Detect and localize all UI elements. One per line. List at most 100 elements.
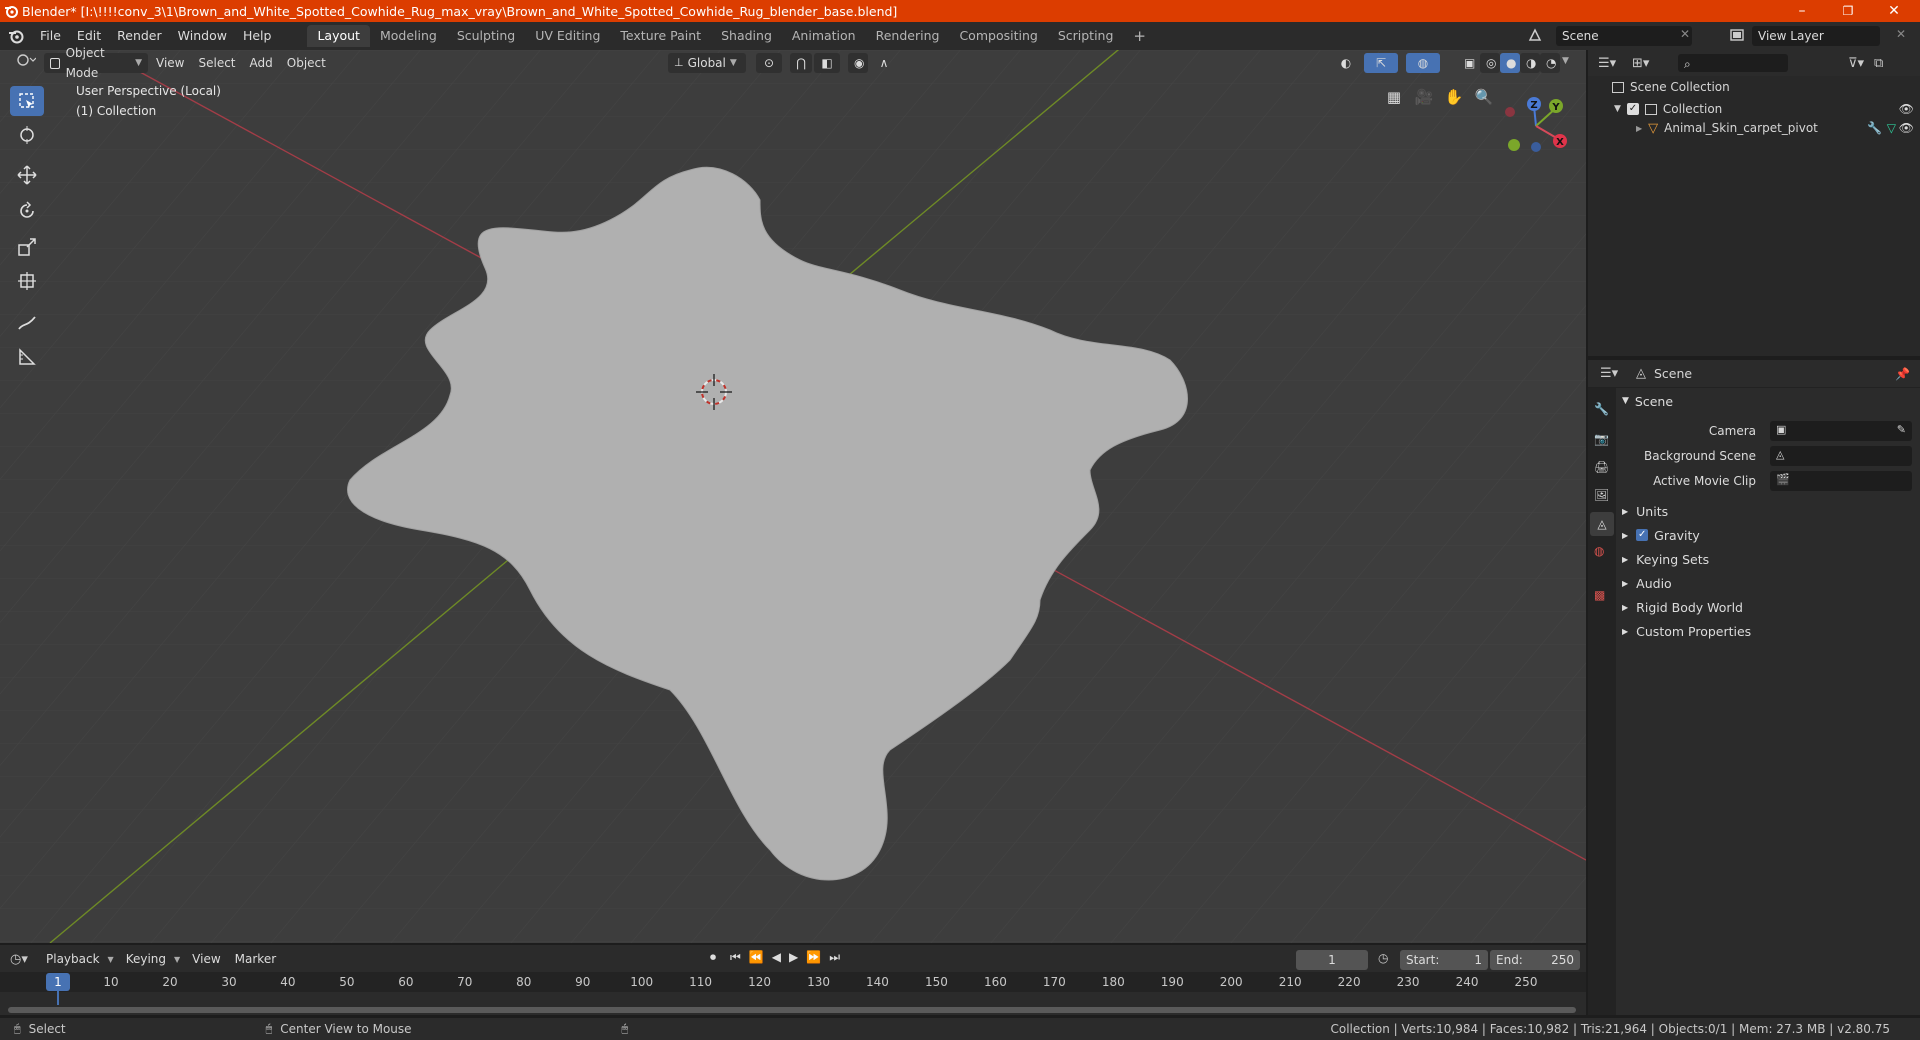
- add-workspace-button[interactable]: +: [1123, 25, 1156, 47]
- camera-view-icon[interactable]: 🎥: [1414, 88, 1434, 108]
- tab-compositing[interactable]: Compositing: [949, 25, 1047, 47]
- view-layer-tab-icon[interactable]: 🖼: [1594, 488, 1609, 502]
- audio-panel-header[interactable]: ▶ Audio: [1622, 572, 1918, 594]
- filter-icon[interactable]: ⊽▾: [1848, 56, 1864, 71]
- 3d-viewport[interactable]: [0, 50, 1586, 943]
- outliner-row-scene-collection[interactable]: Scene Collection: [1612, 80, 1730, 94]
- measure-tool-icon[interactable]: [10, 342, 44, 372]
- tab-scripting[interactable]: Scripting: [1048, 25, 1124, 47]
- play-reverse-icon[interactable]: ◀: [772, 950, 781, 965]
- clock-icon[interactable]: ◷: [1378, 951, 1388, 965]
- move-tool-icon[interactable]: [10, 160, 44, 190]
- active-movie-clip-field[interactable]: 🎬: [1770, 471, 1912, 491]
- tab-layout[interactable]: Layout: [307, 25, 370, 47]
- eye-icon[interactable]: 👁: [1899, 121, 1914, 135]
- select-box-tool-icon[interactable]: [10, 86, 44, 116]
- outliner-editor-type-icon[interactable]: ☰▾: [1598, 56, 1626, 71]
- rigid-body-world-panel-header[interactable]: ▶ Rigid Body World: [1622, 596, 1918, 618]
- jump-start-icon[interactable]: ⏮: [730, 950, 741, 965]
- view-layer-remove-icon[interactable]: ✕: [1896, 27, 1906, 41]
- object-mode-dropdown[interactable]: Object Mode ▼: [44, 46, 148, 80]
- scene-selector[interactable]: Scene: [1556, 26, 1692, 46]
- output-tab-icon[interactable]: 🖨: [1594, 460, 1609, 474]
- expand-arrow-icon[interactable]: ▼: [1614, 104, 1621, 114]
- xray-icon[interactable]: ▣: [1458, 53, 1478, 73]
- new-collection-icon[interactable]: ⧉: [1874, 56, 1883, 71]
- wireframe-shading-icon[interactable]: ◎: [1480, 53, 1500, 73]
- timeline-editor-type-icon[interactable]: ◷▾: [10, 952, 40, 967]
- minimize-button[interactable]: –: [1780, 0, 1824, 22]
- jump-end-icon[interactable]: ⏭: [829, 950, 840, 965]
- prev-keyframe-icon[interactable]: ⏪: [749, 950, 764, 965]
- menu-file[interactable]: File: [32, 25, 69, 47]
- scene-icon[interactable]: [1524, 25, 1546, 45]
- toggle-grid-view-icon[interactable]: ▦: [1384, 88, 1404, 108]
- cursor-tool-icon[interactable]: [10, 120, 44, 150]
- overlay-toggle-icon[interactable]: ◍: [1406, 53, 1440, 73]
- gizmo-toggle-icon[interactable]: ⇱: [1364, 53, 1398, 73]
- scene-remove-icon[interactable]: ✕: [1680, 27, 1690, 41]
- annotate-tool-icon[interactable]: [10, 308, 44, 338]
- play-icon[interactable]: ▶: [789, 950, 798, 965]
- eye-icon[interactable]: 👁: [1899, 102, 1914, 116]
- mesh-data-icon[interactable]: ▽: [1887, 121, 1896, 135]
- gravity-panel-header[interactable]: ▶ ✓ Gravity: [1622, 524, 1918, 546]
- scene-section-header[interactable]: ▼ Scene: [1622, 390, 1918, 412]
- outliner-row-object[interactable]: ▶ ▽ Animal_Skin_carpet_pivot 🔧 ▽ 👁: [1636, 118, 1918, 138]
- tab-uv-editing[interactable]: UV Editing: [525, 25, 610, 47]
- gravity-checkbox[interactable]: ✓: [1636, 529, 1649, 541]
- pin-icon[interactable]: 📌: [1895, 367, 1910, 381]
- tab-sculpting[interactable]: Sculpting: [447, 25, 525, 47]
- viewport-menu-add[interactable]: Add: [244, 53, 279, 73]
- rotate-tool-icon[interactable]: [10, 196, 44, 226]
- render-tab-icon[interactable]: 📷: [1594, 432, 1609, 446]
- material-shading-icon[interactable]: ◑: [1520, 53, 1540, 73]
- transform-orientation-dropdown[interactable]: ⊥ Global ▼: [668, 53, 746, 73]
- world-tab-icon[interactable]: ◍: [1594, 544, 1604, 558]
- navigation-gizmo[interactable]: Z Y X: [1494, 88, 1574, 160]
- properties-editor-type-icon[interactable]: ☰▾: [1600, 366, 1630, 381]
- units-panel-header[interactable]: ▶ Units: [1622, 500, 1918, 522]
- timeline-menu-playback[interactable]: Playback: [40, 949, 106, 969]
- display-mode-icon[interactable]: ⊞▾: [1632, 56, 1660, 71]
- editor-type-icon[interactable]: [10, 53, 42, 73]
- snap-target-icon[interactable]: ◧: [814, 53, 840, 73]
- blender-menu-icon[interactable]: [0, 28, 32, 44]
- menu-help[interactable]: Help: [235, 25, 280, 47]
- background-scene-field[interactable]: ◬: [1770, 446, 1912, 466]
- solid-shading-icon[interactable]: ●: [1500, 53, 1520, 73]
- timeline-menu-keying[interactable]: Keying: [120, 949, 172, 969]
- close-button[interactable]: ✕: [1872, 0, 1916, 22]
- zoom-view-icon[interactable]: 🔍: [1474, 88, 1494, 108]
- tab-texture-paint[interactable]: Texture Paint: [610, 25, 711, 47]
- expand-arrow-icon[interactable]: ▶: [1636, 124, 1642, 133]
- eyedropper-icon[interactable]: ✎: [1897, 423, 1906, 436]
- keying-sets-panel-header[interactable]: ▶ Keying Sets: [1622, 548, 1918, 570]
- start-frame-field[interactable]: Start: 1: [1400, 950, 1488, 970]
- maximize-button[interactable]: ❐: [1826, 0, 1870, 22]
- pivot-point-icon[interactable]: ⊙: [756, 53, 782, 73]
- rendered-shading-icon[interactable]: ◔: [1540, 53, 1560, 73]
- pan-view-icon[interactable]: ✋: [1444, 88, 1464, 108]
- tab-rendering[interactable]: Rendering: [866, 25, 950, 47]
- view-layer-icon[interactable]: [1726, 25, 1748, 45]
- custom-properties-panel-header[interactable]: ▶ Custom Properties: [1622, 620, 1918, 642]
- proportional-edit-icon[interactable]: ◉: [848, 53, 868, 73]
- falloff-icon[interactable]: ∧: [870, 53, 898, 73]
- texture-tab-icon[interactable]: ▩: [1594, 588, 1605, 602]
- outliner-row-collection[interactable]: ▼ ✓ Collection 👁: [1614, 99, 1918, 119]
- tool-tab-icon[interactable]: 🔧: [1594, 402, 1609, 416]
- next-keyframe-icon[interactable]: ⏩: [806, 950, 821, 965]
- end-frame-field[interactable]: End: 250: [1490, 950, 1580, 970]
- visibility-icon[interactable]: ◐: [1332, 53, 1360, 73]
- camera-field[interactable]: ▣ ✎: [1770, 421, 1912, 441]
- viewport-menu-view[interactable]: View: [150, 53, 190, 73]
- timeline-menu-marker[interactable]: Marker: [229, 949, 282, 969]
- outliner-search-input[interactable]: ⌕: [1678, 54, 1788, 72]
- transform-tool-icon[interactable]: [10, 266, 44, 296]
- view-layer-selector[interactable]: View Layer: [1752, 26, 1880, 46]
- viewport-menu-object[interactable]: Object: [281, 53, 332, 73]
- record-icon[interactable]: ⏺: [710, 950, 716, 965]
- tab-animation[interactable]: Animation: [782, 25, 866, 47]
- modifier-wrench-icon[interactable]: 🔧: [1867, 121, 1882, 135]
